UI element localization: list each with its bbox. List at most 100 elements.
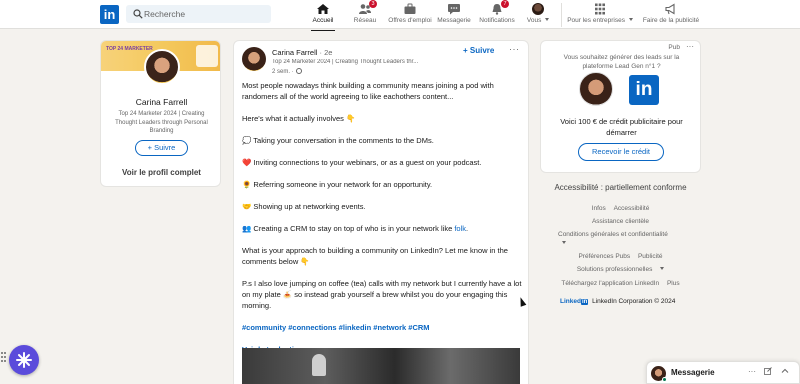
ad-user-avatar [579,72,613,106]
footer-link-ad-prefs[interactable]: Préférences Pubs [578,253,630,260]
search-input[interactable] [144,5,269,23]
drag-handle-icon[interactable] [1,352,7,366]
post-time-text: 2 sem. · [272,69,294,75]
ad-more-icon[interactable]: ··· [686,42,694,51]
post-author-name[interactable]: Carina Farrell [272,48,317,57]
image-detail [312,354,326,376]
post-paragraph: 🤝 Showing up at networking events. [242,202,366,211]
network-icon: 3 [358,0,377,15]
top-navbar: in Accueil 3 Réseau Offres d'emploi Mess… [0,0,800,31]
footer-link-more[interactable]: Plus [667,280,680,287]
nav-business-text: Pour les entreprises [567,17,625,24]
view-full-profile-link[interactable]: Voir le profil complet [101,168,220,177]
nav-notifications-label: Notifications [479,17,515,24]
footer-row: Conditions générales et confidentialité [540,231,701,238]
linkedin-wordmark-box: in [580,299,589,305]
footer-row: Solutions professionnelles [540,266,701,273]
messaging-overlay[interactable]: Messagerie ··· [646,361,800,384]
post-paragraph: 💭 Taking your conversation in the commen… [242,136,434,145]
post-hashtags[interactable]: #community #connections #linkedin #netwo… [242,322,524,333]
post-timestamp: 2 sem. · [272,68,303,75]
copyright: Linkedin LinkedIn Corporation © 2024 [560,298,675,305]
nav-me-label: Vous [526,17,550,24]
active-indicator [311,29,335,31]
post-paragraph: P.s I also love jumping on coffee (tea) … [242,279,522,310]
post-follow-button[interactable]: + Suivre [463,46,494,55]
follow-button[interactable]: + Suivre [135,140,188,156]
post-author-line[interactable]: Carina Farrell · 2e [272,48,332,57]
post-paragraph: 🌻 Referring someone in your network for … [242,180,433,189]
footer-row: Préférences Pubs Publicité [540,253,701,260]
footer-business-text: Solutions professionnelles [576,266,653,273]
linkedin-logo[interactable]: in [100,5,119,24]
assistant-fab[interactable] [9,345,39,375]
connection-degree: · 2e [319,48,333,57]
footer-link-about[interactable]: Infos [592,205,606,212]
post-author-avatar[interactable] [242,47,266,71]
nav-me[interactable]: Vous [526,3,550,27]
copyright-text: LinkedIn Corporation © 2024 [592,298,676,305]
crm-text: 👥 Creating a CRM to stay on top of who i… [242,224,455,233]
bell-icon: 7 [490,0,509,15]
profile-card: TOP 24 MARKETER Carina Farrell Top 24 Ma… [100,40,221,187]
banner-text: TOP 24 MARKETER [106,46,153,52]
nav-network[interactable]: 3 Réseau [352,0,378,27]
linkedin-wordmark: Linked [560,298,581,305]
chevron-down-icon[interactable] [562,241,566,244]
feed-post: Carina Farrell · 2e Top 24 Marketer 2024… [233,40,529,384]
compose-icon[interactable] [764,367,772,377]
footer-link-business[interactable]: Solutions professionnelles [574,266,667,273]
post-paragraph: ❤️ Inviting connections to your webinars… [242,158,482,167]
globe-icon [296,68,303,74]
notifications-badge: 7 [501,0,509,8]
nav-messaging[interactable]: Messagerie [437,3,471,27]
post-author-headline: Top 24 Marketer 2024 | Creating Thought … [272,59,419,65]
profile-name[interactable]: Carina Farrell [101,97,220,107]
nav-divider [561,3,562,27]
sparkle-icon [16,352,32,368]
nav-notifications[interactable]: 7 Notifications [477,0,517,27]
footer-link-advertising[interactable]: Publicité [638,253,663,260]
nav-home[interactable]: Accueil [311,3,335,31]
footer-row: Téléchargez l'application LinkedIn Plus [540,280,701,287]
chevron-down-icon [545,18,550,21]
ad-question: Vous souhaitez générer des leads sur la … [563,54,680,70]
messaging-label[interactable]: Messagerie [671,368,715,377]
nav-advertise-label: Faire de la publicité [642,17,700,24]
footer-link-terms[interactable]: Conditions générales et confidentialité [558,231,668,238]
post-image[interactable] [242,348,520,384]
crm-suffix: . [466,224,469,233]
nav-business-label: Pour les entreprises [565,17,635,24]
footer-row: Assistance clientèle [540,218,701,225]
footer-link-help[interactable]: Assistance clientèle [592,218,649,225]
post-more-icon[interactable]: ··· [509,44,520,54]
nav-network-label: Réseau [353,17,377,24]
chevron-down-icon [660,267,665,270]
grid-icon [595,3,605,15]
messaging-icon [448,4,460,15]
footer-link-accessibility[interactable]: Accessibilité [614,205,650,212]
network-badge: 3 [369,0,377,8]
profile-avatar[interactable] [144,49,180,85]
nav-jobs[interactable]: Offres d'emploi [386,3,434,27]
messaging-more-icon[interactable]: ··· [748,367,756,376]
footer-link-app[interactable]: Téléchargez l'application LinkedIn [561,280,659,287]
online-status-icon [662,377,667,382]
footer-row [540,240,701,247]
home-icon [317,4,329,14]
folk-link[interactable]: folk [454,224,466,233]
nav-messaging-label: Messagerie [437,17,471,24]
nav-business[interactable]: Pour les entreprises [565,3,635,27]
receive-credit-button[interactable]: Recevoir le crédit [578,143,664,161]
post-paragraph-crm: 👥 Creating a CRM to stay on top of who i… [242,223,524,234]
avatar [532,3,544,15]
nav-advertise[interactable]: Faire de la publicité [640,3,702,27]
post-paragraph: Here's what it actually involves 👇 [242,114,356,123]
chevron-up-icon[interactable] [781,367,789,377]
megaphone-icon [665,3,675,15]
accessibility-status[interactable]: Accessibilité : partiellement conforme [540,183,701,192]
search-bar[interactable] [126,5,271,23]
profile-headline: Top 24 Marketer 2024 | Creating Thought … [115,111,208,134]
chevron-down-icon [628,18,633,21]
nav-jobs-label: Offres d'emploi [388,17,432,24]
